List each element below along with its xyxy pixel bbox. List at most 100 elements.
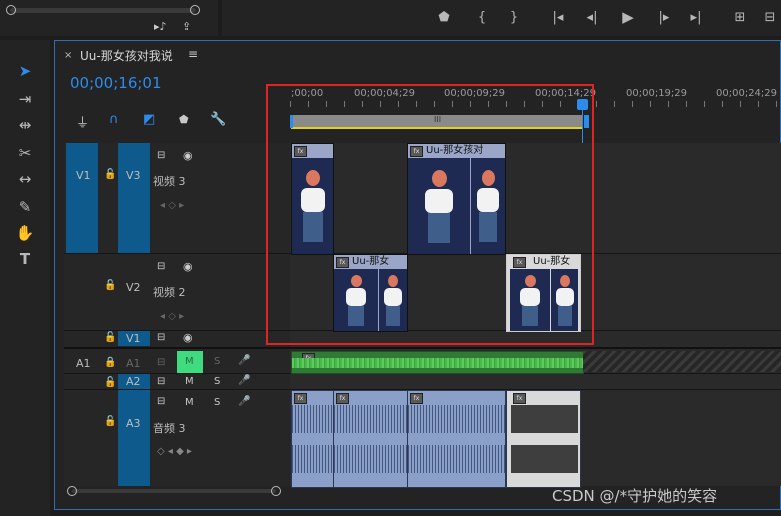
go-to-in-icon[interactable]: |◂	[550, 10, 566, 25]
timeline-zoom-scrollbar[interactable]	[72, 489, 276, 493]
track-target-a3[interactable]	[118, 390, 150, 486]
nest-icon[interactable]: ⏚	[76, 112, 89, 131]
scroll-handle-left[interactable]	[6, 5, 16, 15]
add-marker-icon[interactable]: ⬟	[179, 113, 189, 126]
lock-icon[interactable]: 🔓	[104, 280, 116, 291]
eye-icon[interactable]: ◉	[183, 149, 193, 162]
keyframe-nav-icon[interactable]: ◇ ◂ ◆ ▸	[157, 446, 192, 457]
eye-icon[interactable]: ◉	[183, 260, 193, 273]
lock-icon[interactable]: 🔒	[104, 357, 116, 368]
ruler-tick: 00;00;24;29	[716, 88, 778, 99]
audio-clip-a3-1[interactable]: fx	[291, 390, 334, 488]
audio-waveform	[292, 445, 333, 473]
track-name-a3: 音频 3	[153, 422, 186, 435]
track-id-v1: V1	[126, 332, 141, 345]
voiceover-icon[interactable]: 🎤	[238, 375, 250, 386]
audio-waveform	[511, 405, 578, 433]
add-marker-icon[interactable]: ⬟	[436, 10, 452, 25]
track-select-icon[interactable]: ⇥	[14, 88, 36, 110]
track-target-v3[interactable]	[118, 143, 150, 253]
audio-waveform	[334, 445, 407, 473]
eye-icon[interactable]: ◉	[183, 331, 193, 344]
track-id-v3: V3	[126, 169, 141, 182]
toggle-sync-icon[interactable]: ⊟	[157, 396, 165, 407]
locked-track-hatch	[583, 351, 781, 372]
track-name-v2: 视频 2	[153, 286, 186, 299]
lock-icon[interactable]: 🔓	[104, 169, 116, 180]
audio-waveform	[334, 405, 407, 433]
export-frame-icon[interactable]: ⇪	[182, 20, 191, 33]
play-icon[interactable]: ▶	[620, 8, 636, 26]
track-name-v3: 视频 3	[153, 175, 186, 188]
toggle-sync-icon[interactable]: ⊟	[157, 150, 165, 161]
voiceover-icon[interactable]: 🎤	[238, 396, 250, 407]
audio-waveform	[408, 405, 505, 433]
sequence-tab[interactable]: Uu-那女孩对我说	[80, 47, 173, 64]
lift-icon[interactable]: ⊞	[732, 10, 748, 25]
fx-badge: fx	[336, 393, 349, 404]
fx-badge: fx	[294, 393, 307, 404]
zoom-handle-left[interactable]	[67, 486, 77, 496]
audio-clip-a3-3[interactable]: fx	[407, 390, 506, 488]
pen-tool-icon[interactable]: ✎	[14, 196, 36, 218]
scroll-handle-right[interactable]	[190, 5, 200, 15]
audio-waveform	[511, 445, 578, 473]
audio-waveform	[292, 405, 333, 433]
snap-icon[interactable]: ∩	[109, 112, 119, 127]
mute-label-a3[interactable]: M	[185, 397, 194, 408]
source-patch-label: A1	[76, 357, 91, 370]
lock-icon[interactable]: 🔓	[104, 377, 116, 388]
panel-menu-icon[interactable]: ≡	[188, 47, 198, 61]
audio-waveform	[408, 445, 505, 473]
solo-label-a3[interactable]: S	[214, 397, 220, 408]
track-id-v2: V2	[126, 281, 141, 294]
type-tool-icon[interactable]: T	[14, 248, 36, 270]
mark-out-icon[interactable]: }	[506, 10, 522, 25]
solo-label-a1[interactable]: S	[214, 356, 220, 367]
watermark-text: CSDN @/*守护她的笑容	[552, 487, 718, 505]
extract-icon[interactable]: ⊟	[762, 10, 778, 25]
ruler-tick: 00;00;19;29	[626, 88, 688, 99]
step-back-icon[interactable]: ◂|	[584, 10, 600, 25]
source-patch-v1[interactable]	[66, 143, 98, 253]
linked-selection-icon[interactable]: ◩	[143, 112, 155, 127]
mark-in-icon[interactable]: {	[474, 10, 490, 25]
step-forward-icon[interactable]: |▸	[656, 10, 672, 25]
lock-icon[interactable]: 🔓	[104, 332, 116, 343]
lock-icon[interactable]: 🔓	[104, 416, 116, 427]
slip-tool-icon[interactable]: ↔	[14, 168, 36, 190]
voiceover-icon[interactable]: 🎤	[238, 355, 250, 366]
go-to-out-icon[interactable]: ▸|	[688, 10, 704, 25]
source-scrollbar[interactable]	[10, 8, 196, 13]
track-id-a1: A1	[126, 357, 141, 370]
settings-wrench-icon[interactable]: 🔧	[210, 112, 226, 127]
audio-waveform	[292, 358, 583, 368]
fx-badge: fx	[410, 393, 423, 404]
insert-icon[interactable]: ▸♪	[154, 20, 167, 33]
keyframe-nav-icon[interactable]: ◂ ◇ ▸	[160, 200, 184, 211]
video-audio-divider	[64, 347, 781, 349]
toggle-sync-icon[interactable]: ⊟	[157, 261, 165, 272]
toggle-sync-icon[interactable]: ⊟	[157, 376, 165, 387]
close-tab-icon[interactable]: ×	[64, 50, 72, 61]
keyframe-nav-icon[interactable]: ◂ ◇ ▸	[160, 311, 184, 322]
program-monitor-panel: ⬟ { } |◂ ◂| ▶ |▸ ▸| ⊞ ⊟	[222, 0, 781, 36]
playhead-timecode[interactable]: 00;00;16;01	[70, 74, 162, 92]
source-patch-label: V1	[76, 169, 91, 182]
audio-clip-a3-2[interactable]: fx	[333, 390, 408, 488]
hand-tool-icon[interactable]: ✋	[14, 222, 36, 244]
selection-tool-icon[interactable]: ➤	[14, 60, 36, 82]
ripple-edit-icon[interactable]: ⇹	[14, 114, 36, 136]
toggle-sync-icon[interactable]: ⊟	[157, 332, 165, 343]
toggle-sync-icon[interactable]: ⊟	[157, 357, 165, 368]
mute-label-a1: M	[185, 356, 194, 367]
source-monitor-panel: ▸♪ ⇪	[0, 0, 218, 36]
solo-label-a2[interactable]: S	[214, 376, 220, 387]
tools-panel: ➤ ⇥ ⇹ ✂ ↔ ✎ ✋ T	[0, 40, 50, 516]
audio-clip-a3-4[interactable]: fx	[506, 390, 581, 488]
zoom-handle-right[interactable]	[271, 486, 281, 496]
track-id-a2: A2	[126, 375, 141, 388]
mute-label-a2[interactable]: M	[185, 376, 194, 387]
audio-clip-a1[interactable]: fx	[291, 351, 584, 374]
razor-tool-icon[interactable]: ✂	[14, 142, 36, 164]
